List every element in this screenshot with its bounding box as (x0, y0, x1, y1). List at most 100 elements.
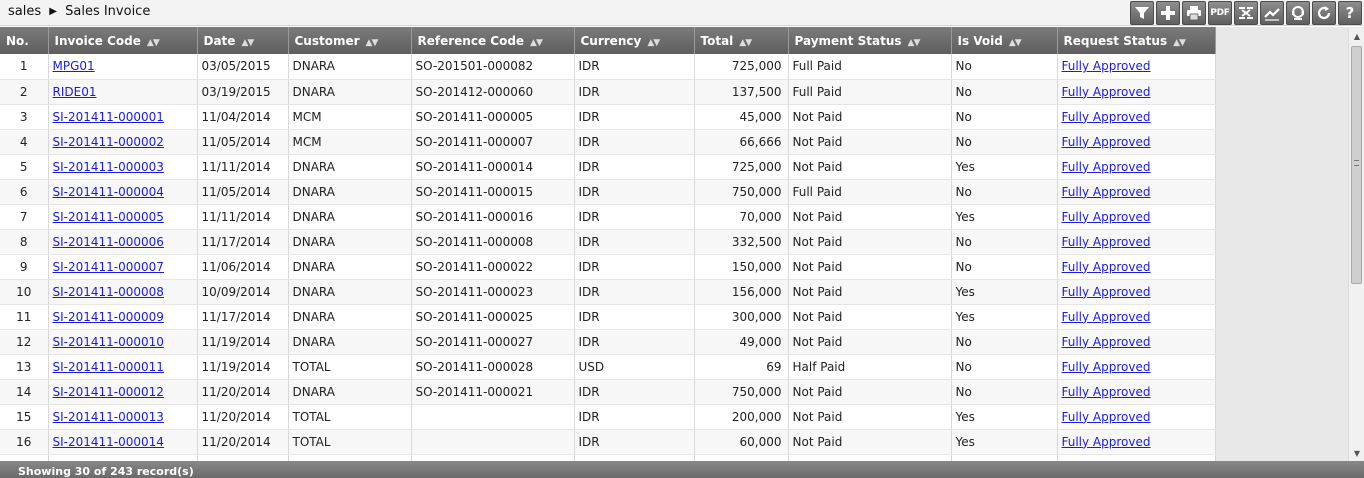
table-row[interactable] (0, 454, 1216, 461)
pdf-button[interactable]: PDF (1208, 1, 1232, 25)
invoice-code-link[interactable]: SI-201411-000004 (53, 185, 164, 199)
request-status-link[interactable]: Fully Approved (1062, 160, 1151, 174)
table-row[interactable]: 9 SI-201411-000007 11/06/2014 DNARA SO-20141… (0, 254, 1216, 280)
request-status-link[interactable]: Fully Approved (1062, 335, 1151, 349)
cell-date: 03/19/2015 (197, 79, 289, 105)
table-row[interactable]: 6 SI-201411-000004 11/05/2014 DNARA SO-20141… (0, 179, 1216, 205)
column-header-invoice-code[interactable]: Invoice Code ▲▼ (48, 27, 198, 54)
request-status-link[interactable]: Fully Approved (1062, 360, 1151, 374)
invoice-code-link[interactable]: SI-201411-000003 (53, 160, 164, 174)
request-status-link[interactable]: Fully Approved (1062, 410, 1151, 424)
table-row[interactable]: 10 SI-201411-000008 10/09/2014 DNARA SO-2014… (0, 279, 1216, 305)
scrollbar-thumb[interactable] (1351, 46, 1362, 284)
invoice-code-link[interactable]: MPG01 (53, 59, 95, 73)
column-header-total[interactable]: Total ▲▼ (694, 27, 789, 54)
table-row[interactable]: 15 SI-201411-000013 11/20/2014 TOTAL IDR 200,… (0, 404, 1216, 430)
table-row[interactable]: 16 SI-201411-000014 11/20/2014 TOTAL IDR 60,0… (0, 429, 1216, 455)
column-header-date[interactable]: Date ▲▼ (197, 27, 289, 54)
sort-arrows-icon[interactable]: ▲▼ (241, 38, 254, 48)
cell-date: 11/19/2014 (197, 354, 289, 380)
breadcrumb-current: Sales Invoice (65, 4, 151, 19)
help-icon: ? (1345, 4, 1355, 22)
filter-button[interactable] (1130, 1, 1154, 25)
table-row[interactable]: 13 SI-201411-000011 11/19/2014 TOTAL SO-2014… (0, 354, 1216, 380)
sort-arrows-icon[interactable]: ▲▼ (739, 38, 752, 48)
cell-is-void: No (951, 254, 1058, 280)
cell-no (0, 454, 49, 461)
request-status-link[interactable]: Fully Approved (1062, 385, 1151, 399)
cell-customer: DNARA (288, 254, 412, 280)
print-button[interactable] (1182, 1, 1206, 25)
sort-arrows-icon[interactable]: ▲▼ (908, 38, 921, 48)
table-row[interactable]: 2 RIDE01 03/19/2015 DNARA SO-201412-000060 ID… (0, 79, 1216, 105)
invoice-code-link[interactable]: SI-201411-000005 (53, 210, 164, 224)
invoice-code-link[interactable]: SI-201411-000007 (53, 260, 164, 274)
scroll-up-arrow-icon[interactable]: ▲ (1349, 28, 1364, 44)
sort-arrows-icon[interactable]: ▲▼ (1009, 38, 1022, 48)
column-header-no[interactable]: No. (0, 27, 49, 54)
invoice-code-link[interactable]: SI-201411-000009 (53, 310, 164, 324)
table-row[interactable]: 8 SI-201411-000006 11/17/2014 DNARA SO-20141… (0, 229, 1216, 255)
request-status-link[interactable]: Fully Approved (1062, 59, 1151, 73)
cell-no: 6 (0, 179, 49, 205)
cell-date: 11/06/2014 (197, 254, 289, 280)
cell-total (694, 454, 789, 461)
invoice-code-link[interactable]: SI-201411-000011 (53, 360, 164, 374)
cell-is-void (951, 454, 1058, 461)
invoice-code-link[interactable]: SI-201411-000006 (53, 235, 164, 249)
table-row[interactable]: 12 SI-201411-000010 11/19/2014 DNARA SO-2014… (0, 329, 1216, 355)
table-row[interactable]: 7 SI-201411-000005 11/11/2014 DNARA SO-20141… (0, 204, 1216, 230)
column-header-is-void[interactable]: Is Void ▲▼ (951, 27, 1058, 54)
add-button[interactable] (1156, 1, 1180, 25)
chart-button[interactable] (1260, 1, 1284, 25)
cell-currency: IDR (574, 304, 695, 330)
table-row[interactable]: 1 MPG01 03/05/2015 DNARA SO-201501-000082 IDR… (0, 54, 1216, 80)
help-button[interactable]: ? (1338, 1, 1362, 25)
invoice-code-link[interactable]: SI-201411-000010 (53, 335, 164, 349)
request-status-link[interactable]: Fully Approved (1062, 235, 1151, 249)
cell-no: 13 (0, 354, 49, 380)
table-row[interactable]: 14 SI-201411-000012 11/20/2014 DNARA SO-2014… (0, 379, 1216, 405)
column-header-customer[interactable]: Customer ▲▼ (288, 27, 412, 54)
sort-arrows-icon[interactable]: ▲▼ (1173, 38, 1186, 48)
sort-arrows-icon[interactable]: ▲▼ (647, 38, 660, 48)
refresh-button[interactable] (1312, 1, 1336, 25)
column-header-currency[interactable]: Currency ▲▼ (574, 27, 695, 54)
scroll-down-arrow-icon[interactable]: ▼ (1349, 445, 1364, 461)
column-header-request-status[interactable]: Request Status ▲▼ (1057, 27, 1216, 54)
invoice-code-link[interactable]: SI-201411-000013 (53, 410, 164, 424)
invoice-code-link[interactable]: SI-201411-000001 (53, 110, 164, 124)
invoice-code-link[interactable]: SI-201411-000008 (53, 285, 164, 299)
support-button[interactable] (1286, 1, 1310, 25)
request-status-link[interactable]: Fully Approved (1062, 210, 1151, 224)
request-status-link[interactable]: Fully Approved (1062, 135, 1151, 149)
invoice-code-link[interactable]: SI-201411-000014 (53, 435, 164, 449)
table-row[interactable]: 3 SI-201411-000001 11/04/2014 MCM SO-201411-… (0, 104, 1216, 130)
request-status-link[interactable]: Fully Approved (1062, 285, 1151, 299)
excel-button[interactable] (1234, 1, 1258, 25)
invoice-code-link[interactable]: SI-201411-000002 (53, 135, 164, 149)
sort-arrows-icon[interactable]: ▲▼ (147, 38, 160, 48)
request-status-link[interactable]: Fully Approved (1062, 185, 1151, 199)
vertical-scrollbar[interactable]: ▲ ▼ (1348, 28, 1364, 461)
table-row[interactable]: 4 SI-201411-000002 11/05/2014 MCM SO-201411-… (0, 129, 1216, 155)
request-status-link[interactable]: Fully Approved (1062, 310, 1151, 324)
cell-payment-status: Half Paid (788, 354, 952, 380)
request-status-link[interactable]: Fully Approved (1062, 85, 1151, 99)
cell-reference-code: SO-201411-000023 (411, 279, 575, 305)
table-row[interactable]: 5 SI-201411-000003 11/11/2014 DNARA SO-20141… (0, 154, 1216, 180)
cell-customer: DNARA (288, 379, 412, 405)
request-status-link[interactable]: Fully Approved (1062, 260, 1151, 274)
sort-arrows-icon[interactable]: ▲▼ (530, 38, 543, 48)
invoice-code-link[interactable]: SI-201411-000012 (53, 385, 164, 399)
request-status-link[interactable]: Fully Approved (1062, 110, 1151, 124)
column-header-payment-status[interactable]: Payment Status ▲▼ (788, 27, 952, 54)
column-header-reference-code[interactable]: Reference Code ▲▼ (411, 27, 575, 54)
cell-total: 750,000 (694, 179, 789, 205)
invoice-code-link[interactable]: RIDE01 (53, 85, 97, 99)
request-status-link[interactable]: Fully Approved (1062, 435, 1151, 449)
table-row[interactable]: 11 SI-201411-000009 11/17/2014 DNARA SO-2014… (0, 304, 1216, 330)
invoice-grid: No. Invoice Code ▲▼ Date ▲▼ Customer ▲▼ Referen… (0, 27, 1364, 461)
breadcrumb-root[interactable]: sales (8, 4, 41, 19)
sort-arrows-icon[interactable]: ▲▼ (366, 38, 379, 48)
